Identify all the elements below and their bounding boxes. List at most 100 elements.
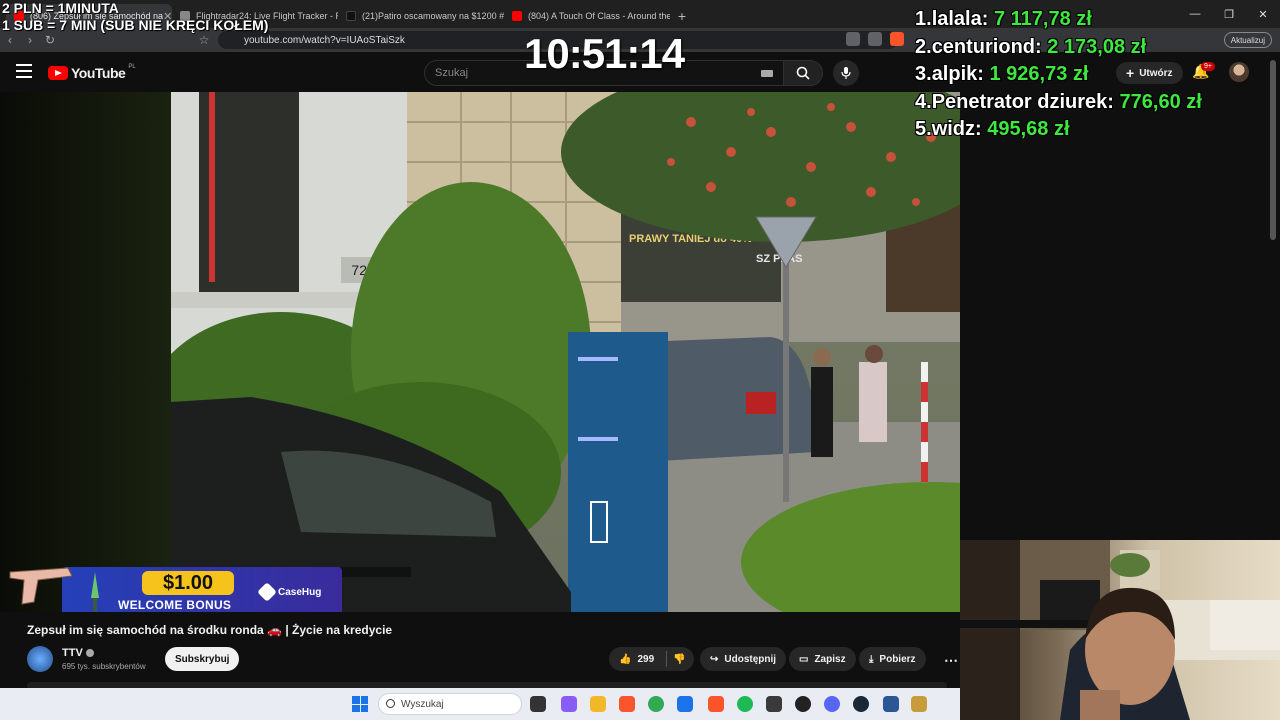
tab-youtube-around[interactable]: (804) A Touch Of Class - Around the xyxy=(504,4,670,28)
leaderboard-rank: 2. xyxy=(915,35,932,58)
leaderboard-name: alpik: xyxy=(931,63,984,85)
leaderboard-row: 1.lalala: 7 117,78 zł xyxy=(915,8,1202,36)
app2-icon[interactable] xyxy=(911,696,927,712)
download-button[interactable]: ⤓ Pobierz xyxy=(859,647,926,671)
keyboard-icon[interactable] xyxy=(761,70,773,77)
leaderboard-row: 5.widz: 495,68 zł xyxy=(915,118,1202,146)
leaderboard-name: Penetrator dziurek: xyxy=(931,90,1114,113)
app-icon[interactable] xyxy=(883,696,899,712)
promo-line-sub: 1 SUB = 7 MIN (SUB NIE KRĘCI KOŁEM) xyxy=(2,17,269,33)
menu-icon[interactable] xyxy=(16,64,32,82)
verified-check-icon xyxy=(85,649,94,658)
donation-leaderboard: 1.lalala: 7 117,78 zł 2.centuriond: 2 17… xyxy=(915,8,1202,146)
share-label: Udostępnij xyxy=(724,653,777,665)
spotify-icon[interactable] xyxy=(737,696,753,712)
leaderboard-row: 2.centuriond: 2 173,08 zł xyxy=(915,36,1202,64)
street-scene-image: 7273 PRAWY TANIEJ do 40% SZ PLAS xyxy=(171,92,960,612)
store-icon[interactable] xyxy=(677,696,693,712)
like-button[interactable]: 👍 299 👎 xyxy=(609,647,694,671)
video-player[interactable]: 7273 PRAWY TANIEJ do 40% SZ PLAS xyxy=(0,92,960,612)
leaderboard-rank: 4. xyxy=(915,90,932,113)
bonus-label: WELCOME BONUS xyxy=(118,598,232,612)
youtube-logo[interactable]: YouTube PL xyxy=(48,64,136,81)
extension-icon[interactable] xyxy=(846,32,860,46)
brave-shield-icon[interactable] xyxy=(890,32,904,46)
voice-search-button[interactable] xyxy=(833,60,859,86)
back-icon[interactable]: ‹ xyxy=(0,33,20,47)
maximize-icon[interactable]: ❐ xyxy=(1212,0,1246,28)
video-title: Zepsuł im się samochód na środku ronda 🚗… xyxy=(27,623,393,637)
like-count: 299 xyxy=(637,653,655,665)
bookmark-save-icon: ▭ xyxy=(799,653,809,665)
leaderboard-rank: 1. xyxy=(915,8,932,30)
extension-icon[interactable] xyxy=(868,32,882,46)
thumbs-down-icon[interactable]: 👎 xyxy=(673,654,685,665)
video-left-margin xyxy=(0,92,171,612)
download-icon: ⤓ xyxy=(869,653,874,665)
update-button[interactable]: Aktualizuj xyxy=(1223,32,1272,48)
casehug-banner[interactable]: $1.00 WELCOME BONUS CaseHug xyxy=(62,567,342,612)
microphone-icon xyxy=(841,67,851,79)
forward-icon[interactable]: › xyxy=(20,33,40,47)
brave-active-icon[interactable] xyxy=(708,696,724,712)
taskbar-search-input[interactable]: Wyszukaj xyxy=(378,693,522,715)
extension-icons xyxy=(846,32,904,46)
windows-start-icon[interactable] xyxy=(352,696,368,712)
like-divider xyxy=(666,651,668,667)
leaderboard-amount: 776,60 zł xyxy=(1119,90,1202,113)
webcam-overlay xyxy=(960,540,1280,720)
tab-label: (804) A Touch Of Class - Around the xyxy=(528,11,670,21)
subscriber-count: 695 tys. subskrybentów xyxy=(62,662,146,671)
video-frame: 7273 PRAWY TANIEJ do 40% SZ PLAS xyxy=(171,92,960,612)
tab-label: (21)Patiro oscamowany na $1200 #pa xyxy=(362,11,504,21)
leaderboard-name: widz: xyxy=(931,118,982,140)
region-code: PL xyxy=(128,64,136,70)
save-label: Zapisz xyxy=(814,653,846,665)
update-label: Aktualizuj xyxy=(1230,35,1265,45)
file-explorer-icon[interactable] xyxy=(590,696,606,712)
obs-icon[interactable] xyxy=(795,696,811,712)
search-button[interactable] xyxy=(783,60,823,86)
search-icon xyxy=(796,66,810,80)
taskbar-search-placeholder: Wyszukaj xyxy=(401,698,444,710)
brave-icon[interactable] xyxy=(619,696,635,712)
leaderboard-rank: 5. xyxy=(915,118,932,140)
leaderboard-name: centuriond: xyxy=(931,35,1042,58)
notification-count-badge: 9+ xyxy=(1201,62,1215,71)
task-view-icon[interactable] xyxy=(530,696,546,712)
bookmark-icon[interactable]: ☆ xyxy=(194,33,214,47)
casehug-logo: CaseHug xyxy=(257,582,321,602)
stream-clock: 10:51:14 xyxy=(524,30,685,77)
youtube-favicon-icon xyxy=(512,11,522,21)
copilot-icon[interactable] xyxy=(561,696,577,712)
share-button[interactable]: ↪ Udostępnij xyxy=(700,647,787,671)
url-text: youtube.com/watch?v=IUAoSTaiSzk xyxy=(244,34,405,46)
leaderboard-amount: 2 173,08 zł xyxy=(1047,35,1147,58)
discord-icon[interactable] xyxy=(824,696,840,712)
page-scrollbar[interactable] xyxy=(1270,60,1276,240)
channel-avatar[interactable] xyxy=(27,646,53,672)
subscribe-label: Subskrybuj xyxy=(175,653,230,665)
subscribe-button[interactable]: Subskrybuj xyxy=(165,647,240,671)
download-label: Pobierz xyxy=(879,653,916,665)
leaderboard-amount: 7 117,78 zł xyxy=(993,8,1092,30)
new-tab-button[interactable]: + xyxy=(670,4,694,28)
reload-icon[interactable]: ↻ xyxy=(40,33,60,47)
knife-icon xyxy=(91,572,99,612)
leaderboard-name: lalala: xyxy=(931,8,989,30)
tiktok-favicon-icon xyxy=(346,11,356,21)
close-window-icon[interactable]: ✕ xyxy=(1246,0,1280,28)
bonus-amount: $1.00 xyxy=(142,571,234,595)
steam-icon[interactable] xyxy=(853,696,869,712)
more-actions-icon[interactable]: ⋯ xyxy=(944,652,958,669)
leaderboard-row: 4.Penetrator dziurek: 776,60 zł xyxy=(915,91,1202,119)
account-avatar[interactable] xyxy=(1229,62,1249,82)
chrome-icon[interactable] xyxy=(648,696,664,712)
save-button[interactable]: ▭ Zapisz xyxy=(789,647,856,671)
tab-tiktok[interactable]: (21)Patiro oscamowany na $1200 #pa xyxy=(338,4,504,28)
calculator-icon[interactable] xyxy=(766,696,782,712)
promo-line-rate: 2 PLN = 1MINUTA xyxy=(2,0,119,16)
channel-name-link[interactable]: TTV xyxy=(62,647,94,659)
screen: (806) Zepsuł im się samochód na ✕ Flight… xyxy=(0,0,1280,720)
leaderboard-amount: 495,68 zł xyxy=(987,118,1070,140)
